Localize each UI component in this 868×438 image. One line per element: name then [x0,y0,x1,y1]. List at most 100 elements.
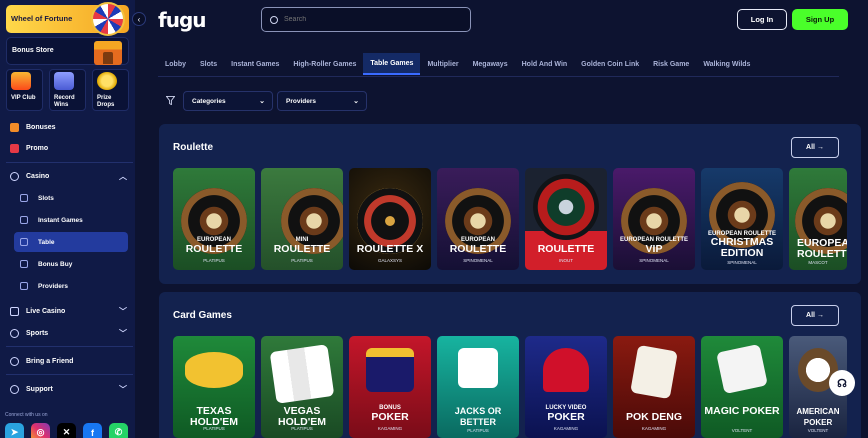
game-provider: KAGAMING [641,426,667,431]
game-card[interactable]: MINI ROULETTE PLATIPUS [261,168,343,270]
record-wins-tile[interactable]: Record Wins [49,69,86,111]
game-card[interactable]: EUROPEAN ROULETTE PLATIPUS [173,168,255,270]
providers-select-label: Providers [286,97,316,105]
game-card[interactable]: BONUS POKER KAGAMING [349,336,431,438]
login-button[interactable]: Log In [737,9,787,30]
sidebar-item-label: Support [26,385,53,393]
tab-walking-wilds[interactable]: Walking Wilds [696,53,757,75]
game-title-line2: JACKS OR BETTER [454,406,502,427]
sidebar-item-label: Table [38,238,55,246]
sidebar-item-instant-games[interactable]: Instant Games [14,210,128,230]
game-card[interactable]: EUROPEAN ROULETTE MASCOT [789,168,847,270]
roulette-all-button[interactable]: All → [791,137,839,158]
game-card[interactable]: VEGAS HOLD'EM PLATIPUS [261,336,343,438]
tab-golden-coin-link[interactable]: Golden Coin Link [574,53,646,75]
sidebar-item-bring-friend[interactable]: Bring a Friend [0,352,135,370]
game-card[interactable]: TEXAS HOLD'EM PLATIPUS [173,336,255,438]
sidebar-item-label: Promo [26,144,49,152]
gift-icon [10,122,19,132]
tab-slots[interactable]: Slots [193,53,224,75]
game-title-line2: AMERICAN POKER [796,407,840,427]
game-provider: PLATIPUS [291,258,313,263]
sidebar: Wheel of Fortune Bonus Store VIP Club Re… [0,0,135,438]
signup-button[interactable]: Sign Up [792,9,848,30]
game-card[interactable]: EUROPEAN ROULETTE SPINOMENAL [437,168,519,270]
bonus-store-card[interactable]: Bonus Store [6,37,129,65]
crown-icon [11,72,31,90]
tab-megaways[interactable]: Megaways [466,53,515,75]
search-input[interactable] [284,16,454,23]
sidebar-item-casino[interactable]: Casino ︿ [0,167,135,185]
divider [6,162,133,163]
poker-suits-image [366,348,414,392]
texas-badge-image [185,352,243,388]
vip-club-tile[interactable]: VIP Club [6,69,43,111]
all-button-label: All [806,144,815,151]
logo[interactable]: fugu [158,8,206,32]
roulette-section: Roulette All → EUROPEAN ROULETTE PLATIPU… [159,124,861,284]
trophy-icon [54,72,74,90]
game-card[interactable]: LUCKY VIDEO POKER KAGAMING [525,336,607,438]
chevron-left-icon: ‹ [137,14,141,24]
support-chat-button[interactable]: ☊ [829,370,855,396]
game-card[interactable]: JACKS OR BETTER PLATIPUS [437,336,519,438]
arrow-right-icon: → [816,144,824,151]
bonus-buy-icon [20,260,28,268]
playing-cards-image [630,344,678,400]
collapse-sidebar-button[interactable]: ‹ [132,12,146,26]
coin-icon [97,72,117,90]
divider [6,374,133,375]
sidebar-item-sports[interactable]: Sports ﹀ [0,324,135,342]
game-card[interactable]: MAGIC POKER VOLTENT [701,336,783,438]
facebook-icon[interactable]: f [83,423,102,438]
sidebar-item-table[interactable]: Table [14,232,128,252]
game-card[interactable]: ROULETTE INOUT [525,168,607,270]
chevron-down-icon: ⌄ [259,98,265,105]
tile-label: Record Wins [54,95,75,108]
card-games-all-button[interactable]: All → [791,305,839,326]
telegram-icon[interactable]: ➤ [5,423,24,438]
table-icon [20,238,28,246]
game-card[interactable]: EUROPEAN ROULETTE CHRISTMAS EDITION SPIN… [701,168,783,270]
providers-select[interactable]: Providers ⌄ [277,91,367,111]
divider [6,346,133,347]
chevron-down-icon: ﹀ [119,329,127,338]
wheel-of-fortune-card[interactable]: Wheel of Fortune [6,2,129,36]
filter-icon[interactable] [166,96,175,105]
sidebar-item-live-casino[interactable]: Live Casino ﹀ [0,302,135,320]
tab-risk-game[interactable]: Risk Game [646,53,696,75]
categories-select[interactable]: Categories ⌄ [183,91,273,111]
game-provider: KAGAMING [553,426,579,431]
x-icon[interactable]: ✕ [57,423,76,438]
tab-high-roller-games[interactable]: High-Roller Games [286,53,363,75]
whatsapp-icon[interactable]: ✆ [109,423,128,438]
game-card[interactable]: EUROPEAN ROULETTE VIP SPINOMENAL [613,168,695,270]
card-games-section: Card Games All → TEXAS HOLD'EM PLATIPUS … [159,292,861,438]
instagram-icon[interactable]: ◎ [31,423,50,438]
sidebar-item-label: Slots [38,194,54,202]
prize-drops-tile[interactable]: Prize Drops [92,69,129,111]
sidebar-item-label: Bring a Friend [26,357,74,365]
casino-chip-icon [10,171,19,181]
chevron-down-icon: ﹀ [119,307,127,316]
social-links: ➤ ◎ ✕ f ✆ [5,423,128,438]
game-title-line2: ROULETTE X [356,243,424,255]
tab-hold-and-win[interactable]: Hold And Win [515,53,575,75]
sidebar-item-providers[interactable]: Providers [14,276,128,296]
sidebar-item-slots[interactable]: Slots [14,188,128,208]
game-provider: KAGAMING [377,426,403,431]
tab-lobby[interactable]: Lobby [158,53,193,75]
section-title: Card Games [173,310,232,321]
chevron-up-icon: ︿ [119,172,127,181]
tab-table-games[interactable]: Table Games [363,53,421,75]
tab-multiplier[interactable]: Multiplier [420,53,465,75]
sidebar-item-support[interactable]: Support ﹀ [0,380,135,398]
game-card[interactable]: POK DENG KAGAMING [613,336,695,438]
game-provider: SPINOMENAL [463,258,493,263]
tab-instant-games[interactable]: Instant Games [224,53,286,75]
game-card[interactable]: ROULETTE X GALAXSYS [349,168,431,270]
sidebar-item-bonus-buy[interactable]: Bonus Buy [14,254,128,274]
sidebar-item-bonuses[interactable]: Bonuses [0,118,135,136]
sidebar-item-promo[interactable]: Promo [0,139,135,157]
search-bar[interactable] [261,7,471,32]
